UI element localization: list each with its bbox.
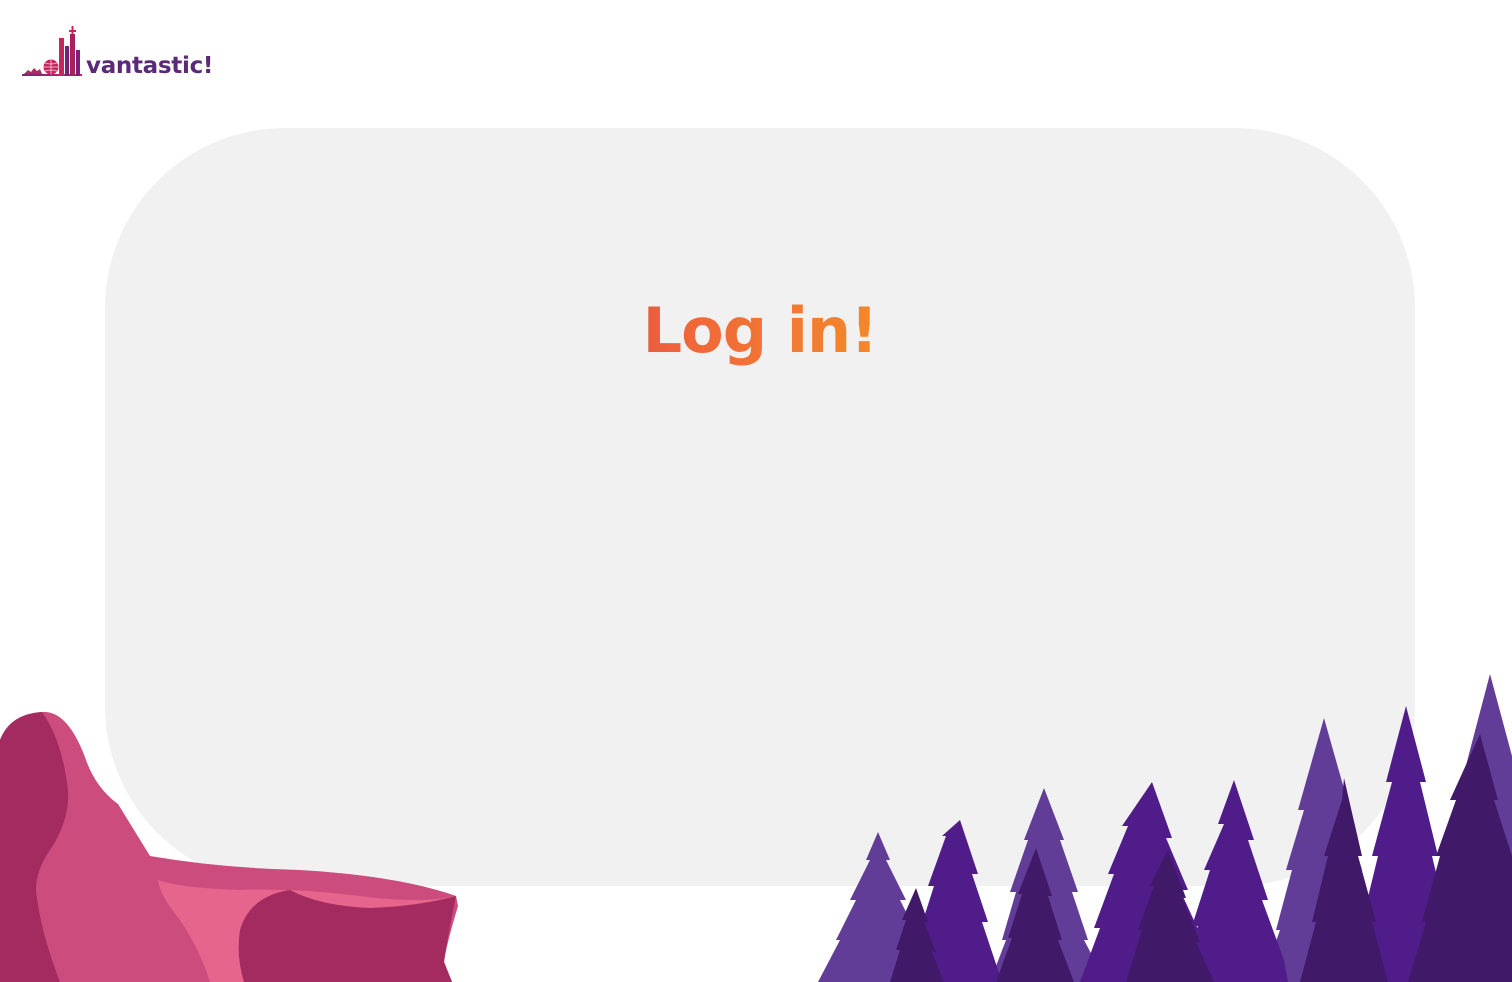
brand-name: vantastic! — [86, 53, 214, 79]
page-title: Log in! — [105, 294, 1415, 368]
brand-logo[interactable]: vantastic! — [22, 24, 213, 78]
login-page: vantastic! Log in! — [0, 0, 1512, 982]
city-skyline-icon — [22, 26, 82, 76]
purple-pine-forest-illustration — [818, 674, 1512, 982]
pink-rocks-illustration — [0, 711, 458, 982]
